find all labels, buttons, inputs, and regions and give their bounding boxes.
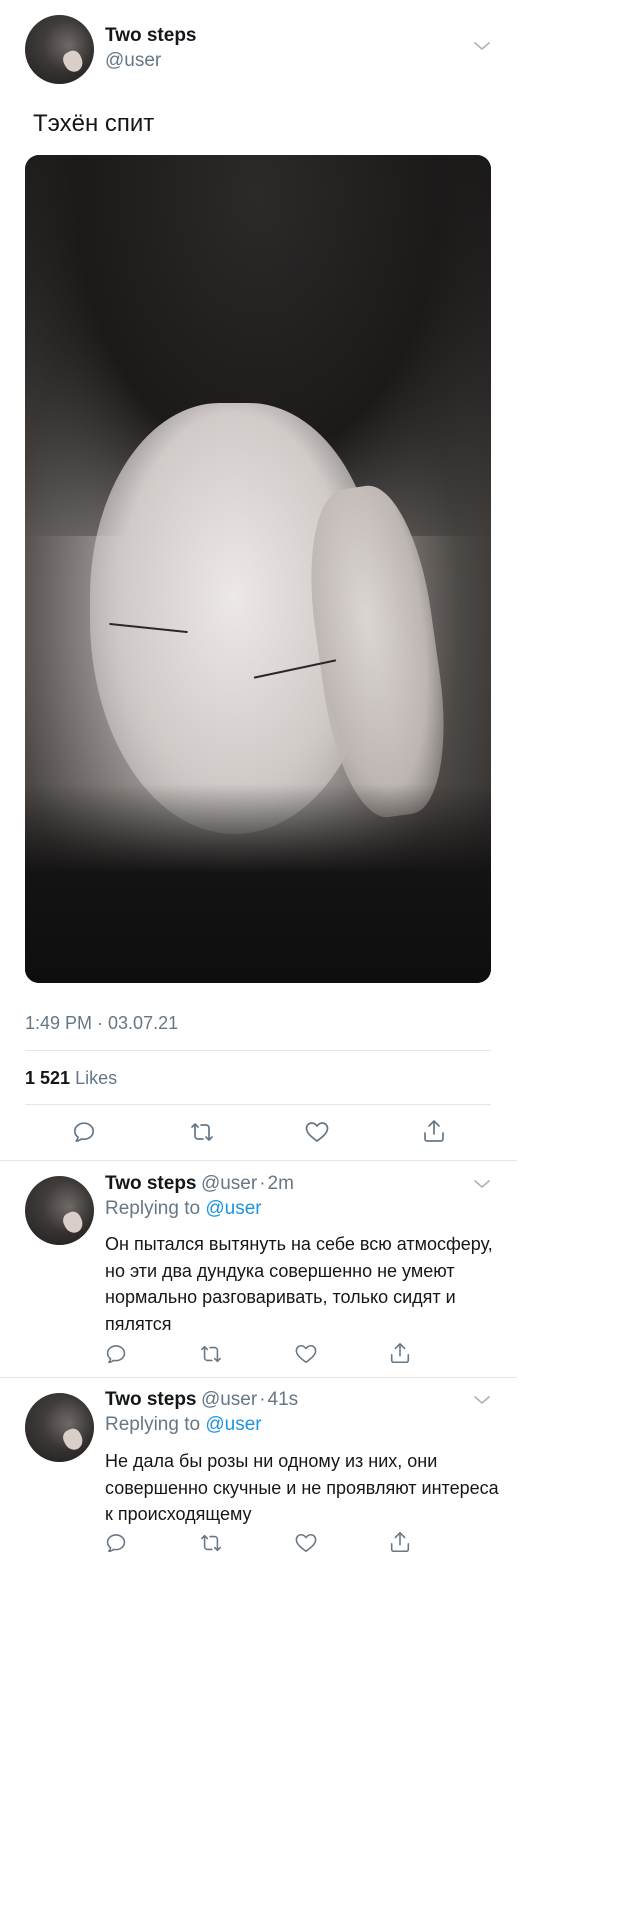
reply-icon[interactable]	[105, 1343, 127, 1365]
replying-to: Replying to @user	[105, 1198, 262, 1220]
replying-to: Replying to @user	[105, 1414, 262, 1436]
chevron-down-icon[interactable]	[472, 39, 492, 53]
reply-avatar[interactable]	[25, 1176, 94, 1245]
reply-text: Он пытался вытянуть на себе всю атмосфер…	[105, 1234, 493, 1334]
share-icon[interactable]	[388, 1341, 412, 1365]
retweet-icon[interactable]	[188, 1120, 216, 1144]
reply-separator: ·	[259, 1389, 266, 1410]
likes-count: 1 521	[25, 1068, 71, 1088]
reply-author-name[interactable]: Two steps	[105, 1389, 197, 1410]
divider	[25, 1104, 491, 1105]
reply-time[interactable]: 41s	[268, 1389, 299, 1410]
tweet-timestamp[interactable]: 1:49 PM · 03.07.21	[25, 1013, 178, 1034]
like-icon[interactable]	[294, 1343, 318, 1365]
divider	[25, 1050, 491, 1051]
divider	[0, 1377, 517, 1378]
chevron-down-icon[interactable]	[472, 1393, 492, 1407]
retweet-icon[interactable]	[198, 1532, 224, 1554]
replying-to-label: Replying to	[105, 1414, 201, 1435]
author-name[interactable]: Two steps	[105, 25, 197, 47]
author-avatar[interactable]	[25, 15, 94, 84]
replying-to-handle[interactable]: @user	[205, 1414, 261, 1435]
likes-label: Likes	[75, 1068, 118, 1088]
likes-summary[interactable]: 1 521 Likes	[25, 1068, 117, 1089]
chevron-down-icon[interactable]	[472, 1177, 492, 1191]
retweet-icon[interactable]	[198, 1343, 224, 1365]
reply-separator: ·	[259, 1173, 266, 1194]
share-icon[interactable]	[421, 1118, 447, 1144]
reply-icon[interactable]	[72, 1120, 96, 1144]
replying-to-label: Replying to	[105, 1198, 201, 1219]
divider	[0, 1160, 517, 1161]
replying-to-handle[interactable]: @user	[205, 1198, 261, 1219]
reply-header: Two steps @user · 2m	[105, 1173, 294, 1195]
reply-text: Не дала бы розы ни одному из них, они со…	[105, 1451, 499, 1524]
reply-author-handle[interactable]: @user	[201, 1389, 257, 1410]
share-icon[interactable]	[388, 1530, 412, 1554]
tweet-text: Тэхён спит	[33, 110, 155, 137]
like-icon[interactable]	[304, 1120, 330, 1144]
reply-icon[interactable]	[105, 1532, 127, 1554]
reply-author-name[interactable]: Two steps	[105, 1173, 197, 1194]
reply-avatar[interactable]	[25, 1393, 94, 1462]
like-icon[interactable]	[294, 1532, 318, 1554]
author-handle[interactable]: @user	[105, 50, 161, 72]
reply-header: Two steps @user · 41s	[105, 1389, 298, 1411]
tweet-photo[interactable]	[25, 155, 491, 983]
reply-author-handle[interactable]: @user	[201, 1173, 257, 1194]
reply-time[interactable]: 2m	[268, 1173, 294, 1194]
